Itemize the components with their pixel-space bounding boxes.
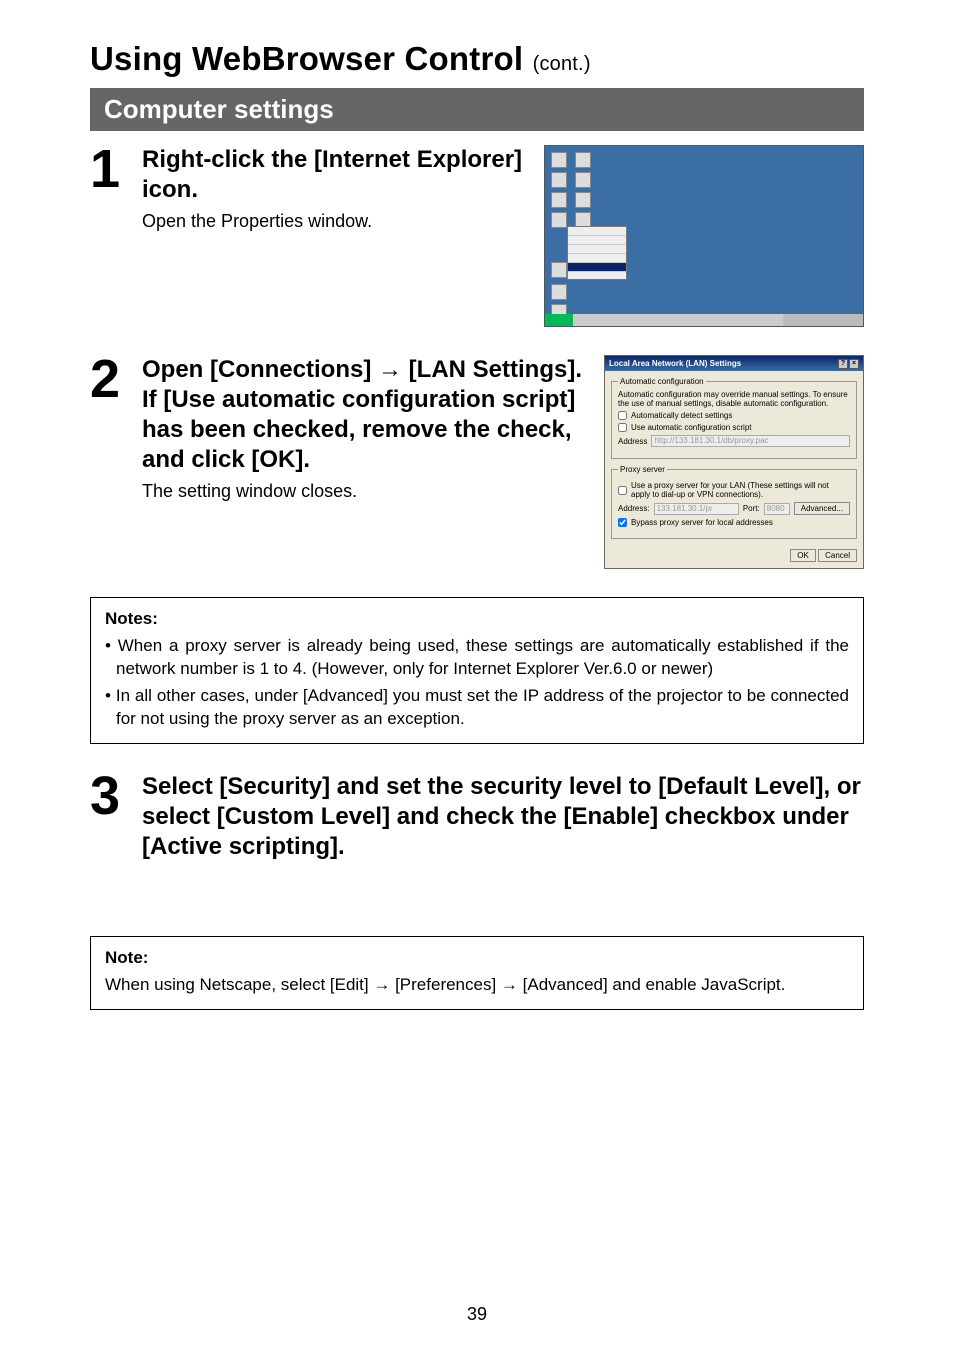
auto-config-group: Automatic configuration Automatic config… bbox=[611, 377, 857, 459]
step-2-number: 2 bbox=[90, 355, 142, 404]
context-menu-item-selected bbox=[568, 263, 626, 272]
step-2-heading: Open [Connections] → [LAN Settings]. If … bbox=[142, 355, 584, 475]
step-1-number: 1 bbox=[90, 145, 142, 194]
context-menu-item bbox=[568, 254, 626, 263]
use-proxy-checkbox bbox=[618, 486, 627, 495]
ok-button: OK bbox=[790, 549, 816, 562]
desktop-icon bbox=[551, 284, 567, 300]
arrow-icon: → bbox=[373, 975, 390, 994]
dialog-titlebar: Local Area Network (LAN) Settings ?× bbox=[605, 356, 863, 371]
step-2-desc: The setting window closes. bbox=[142, 479, 584, 503]
note-line: When using Netscape, select [Edit] → [Pr… bbox=[105, 974, 849, 997]
advanced-button: Advanced... bbox=[794, 502, 850, 515]
lan-settings-dialog: Local Area Network (LAN) Settings ?× Aut… bbox=[604, 355, 864, 569]
step-2: 2 Open [Connections] → [LAN Settings]. I… bbox=[90, 355, 864, 569]
arrow-icon: → bbox=[378, 356, 402, 383]
step-1-desc: Open the Properties window. bbox=[142, 209, 524, 233]
page-number: 39 bbox=[0, 1304, 954, 1325]
note-text-mid1: [Preferences] bbox=[390, 975, 501, 994]
desktop-icon bbox=[551, 262, 567, 278]
context-menu-item bbox=[568, 236, 626, 245]
page-title-main: Using WebBrowser Control bbox=[90, 40, 533, 77]
step-3: 3 Select [Security] and set the security… bbox=[90, 772, 864, 866]
bypass-proxy-label: Bypass proxy server for local addresses bbox=[631, 518, 773, 527]
page-title: Using WebBrowser Control (cont.) bbox=[90, 40, 864, 78]
auto-script-label: Use automatic configuration script bbox=[631, 423, 752, 432]
auto-config-legend: Automatic configuration bbox=[618, 377, 706, 386]
desktop-icon bbox=[551, 152, 567, 168]
auto-detect-label: Automatically detect settings bbox=[631, 411, 732, 420]
proxy-legend: Proxy server bbox=[618, 465, 667, 474]
help-icon: ? bbox=[838, 359, 848, 369]
use-proxy-label: Use a proxy server for your LAN (These s… bbox=[631, 481, 850, 499]
context-menu-item bbox=[568, 245, 626, 254]
notes-box-1: Notes: • When a proxy server is already … bbox=[90, 597, 864, 744]
close-icon: × bbox=[849, 359, 859, 369]
step-1: 1 Right-click the [Internet Explorer] ic… bbox=[90, 145, 864, 327]
auto-config-desc: Automatic configuration may override man… bbox=[618, 390, 850, 408]
note-text-mid2: [Advanced] and enable JavaScript. bbox=[518, 975, 785, 994]
desktop-screenshot bbox=[544, 145, 864, 327]
start-button bbox=[545, 314, 573, 326]
section-heading: Computer settings bbox=[90, 88, 864, 131]
note-title: Note: bbox=[105, 947, 849, 970]
desktop-icon bbox=[575, 172, 591, 188]
proxy-address-field: 133.181.30.1/pr bbox=[654, 503, 739, 515]
dialog-title: Local Area Network (LAN) Settings bbox=[609, 359, 741, 368]
step-3-number: 3 bbox=[90, 772, 142, 821]
bypass-proxy-checkbox bbox=[618, 518, 627, 527]
auto-script-checkbox bbox=[618, 423, 627, 432]
step-1-heading: Right-click the [Internet Explorer] icon… bbox=[142, 145, 524, 205]
proxy-port-label: Port: bbox=[743, 504, 760, 513]
context-menu bbox=[567, 226, 627, 280]
notes-title: Notes: bbox=[105, 608, 849, 631]
system-tray bbox=[783, 314, 863, 326]
cancel-button: Cancel bbox=[818, 549, 857, 562]
desktop-icon bbox=[551, 172, 567, 188]
desktop-icon bbox=[551, 192, 567, 208]
proxy-address-label: Address: bbox=[618, 504, 650, 513]
proxy-group: Proxy server Use a proxy server for your… bbox=[611, 465, 857, 539]
step-2-heading-part1: Open [Connections] bbox=[142, 356, 378, 383]
arrow-icon: → bbox=[501, 975, 518, 994]
notes-bullet: • In all other cases, under [Advanced] y… bbox=[105, 685, 849, 731]
desktop-icon bbox=[575, 152, 591, 168]
page-title-cont: (cont.) bbox=[533, 53, 591, 75]
step-3-heading: Select [Security] and set the security l… bbox=[142, 772, 864, 862]
notes-box-2: Note: When using Netscape, select [Edit]… bbox=[90, 936, 864, 1010]
auto-detect-checkbox bbox=[618, 411, 627, 420]
context-menu-item bbox=[568, 227, 626, 236]
auto-address-field: http://133.181.30.1/db/proxy.pac bbox=[651, 435, 850, 447]
desktop-icon bbox=[551, 212, 567, 228]
auto-address-label: Address bbox=[618, 437, 647, 446]
desktop-icon bbox=[575, 192, 591, 208]
note-text-pre: When using Netscape, select [Edit] bbox=[105, 975, 373, 994]
notes-bullet: • When a proxy server is already being u… bbox=[105, 635, 849, 681]
proxy-port-field: 8080 bbox=[764, 503, 790, 515]
